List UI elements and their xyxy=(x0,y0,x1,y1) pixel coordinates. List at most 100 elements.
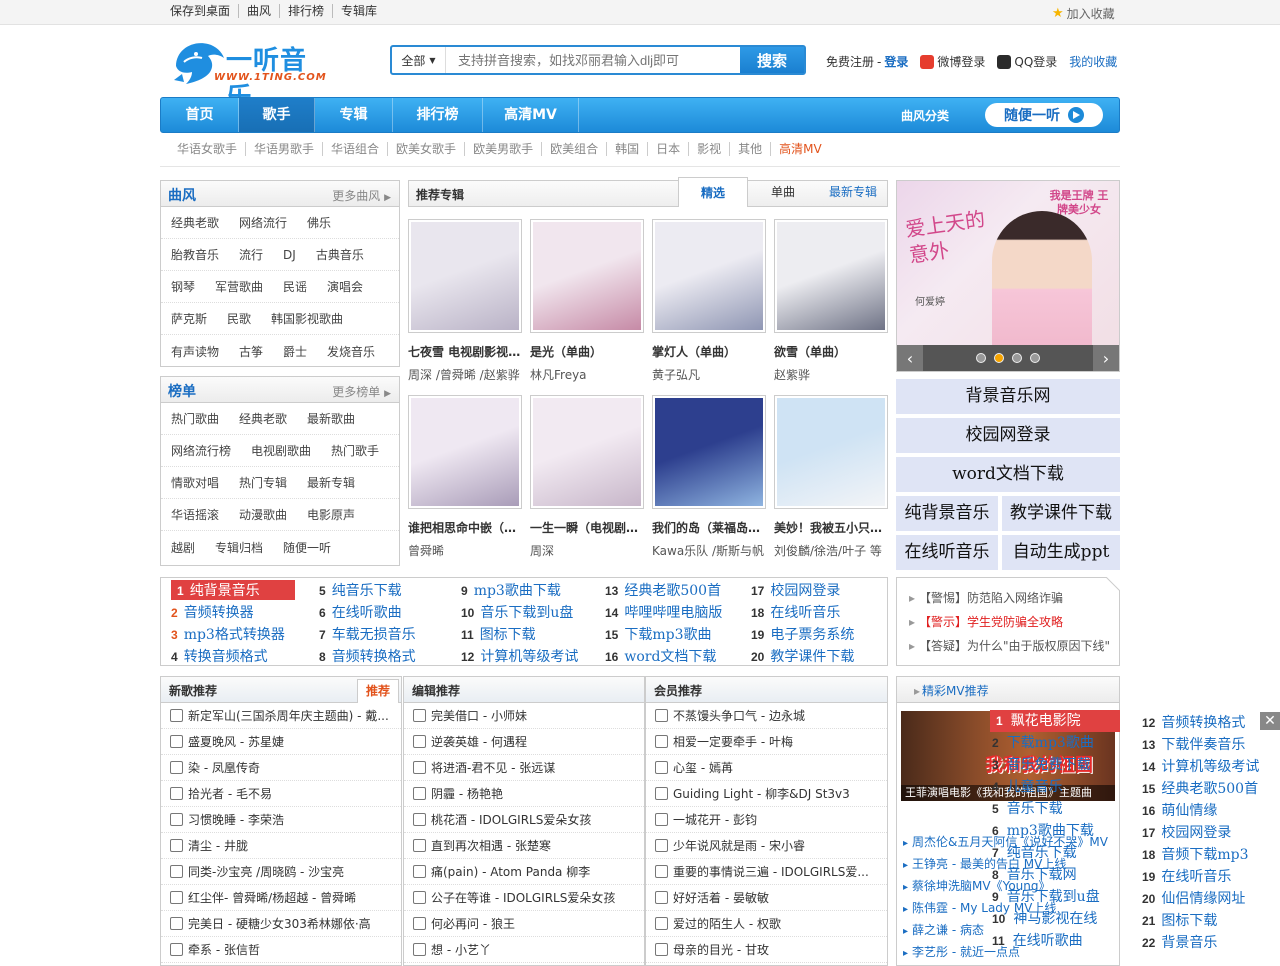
song-title[interactable]: 染 - 凤凰传奇 xyxy=(188,759,260,776)
genre-link[interactable]: 萨克斯 xyxy=(171,310,207,327)
search-scope-select[interactable]: 全部 ▼ xyxy=(392,47,446,73)
song-checkbox[interactable] xyxy=(413,761,426,774)
song-row[interactable]: 桃花酒 - IDOLGIRLS爱朵女孩 xyxy=(404,807,644,833)
genre-link[interactable]: 曲风 xyxy=(239,4,281,18)
song-checkbox[interactable] xyxy=(655,943,668,956)
right-link[interactable]: 校园网登录 xyxy=(896,418,1120,453)
album-name[interactable]: 掌灯人（单曲） xyxy=(652,343,766,360)
nav-albums[interactable]: 专辑 xyxy=(315,98,393,132)
song-row[interactable]: 红尘伴- 曾舜晞/杨超越 - 曾舜晞 xyxy=(161,885,401,911)
genre-link[interactable]: 演唱会 xyxy=(327,278,363,295)
song-title[interactable]: 一城花开 - 彭钧 xyxy=(673,811,757,828)
subnav-item[interactable]: 欧美男歌手 xyxy=(465,142,543,156)
right-link[interactable]: 背景音乐网 xyxy=(896,379,1120,414)
chart-link[interactable]: 越剧 xyxy=(171,539,195,556)
search-button[interactable]: 搜索 xyxy=(740,47,804,73)
song-row[interactable]: 拾光者 - 毛不易 xyxy=(161,781,401,807)
ranking-item[interactable]: 5 纯音乐下载 xyxy=(319,580,402,600)
album-name[interactable]: 我们的岛（莱福岛电影主题曲） xyxy=(652,519,766,536)
album-artist[interactable]: Kawa乐队 /斯斯与帆 xyxy=(652,542,766,559)
tab-recommend[interactable]: 推荐 xyxy=(357,679,399,703)
float-list-item[interactable]: 22 背景音乐 xyxy=(1142,932,1217,952)
song-checkbox[interactable] xyxy=(413,917,426,930)
ranking-item[interactable]: 2 音频转换器 xyxy=(171,602,254,622)
float-list-item[interactable]: 20 仙侣情缘网址 xyxy=(1142,888,1245,908)
song-title[interactable]: 母亲的目光 - 甘玫 xyxy=(673,941,769,958)
float-list-item[interactable]: 11 在线听歌曲 xyxy=(992,930,1083,950)
ranking-item[interactable]: 11 图标下载 xyxy=(461,624,536,644)
song-row[interactable]: 完美借口 - 小师妹 xyxy=(404,703,644,729)
album-artist[interactable]: 周深 xyxy=(530,542,644,559)
song-title[interactable]: 直到再次相遇 - 张楚寒 xyxy=(431,837,551,854)
banner-dot[interactable] xyxy=(1012,353,1022,363)
genre-link[interactable]: 钢琴 xyxy=(171,278,195,295)
album-artist[interactable]: 黄子弘凡 xyxy=(652,366,766,383)
album-artist[interactable]: 林凡Freya xyxy=(530,366,644,383)
subnav-item[interactable]: 欧美组合 xyxy=(542,142,608,156)
float-list-item[interactable]: 12 音频转换格式 xyxy=(1142,712,1245,732)
song-row[interactable]: 爱过的陌生人 - 权歌 xyxy=(646,911,887,937)
ranking-item[interactable]: 13 经典老歌500首 xyxy=(605,580,721,600)
register-link[interactable]: 免费注册 xyxy=(826,53,874,70)
song-checkbox[interactable] xyxy=(655,891,668,904)
song-checkbox[interactable] xyxy=(170,735,183,748)
song-title[interactable]: 爱过的陌生人 - 权歌 xyxy=(673,915,781,932)
subnav-item[interactable]: 韩国 xyxy=(607,142,649,156)
song-title[interactable]: 少年说风就是雨 - 宋小睿 xyxy=(673,837,805,854)
song-title[interactable]: 完美借口 - 小师妹 xyxy=(431,707,527,724)
album-library-link[interactable]: 专辑库 xyxy=(333,4,385,18)
chart-link[interactable]: 网络流行榜 xyxy=(171,442,231,459)
song-checkbox[interactable] xyxy=(413,735,426,748)
song-title[interactable]: 完美日 - 硬糖少女303希林娜依·高 xyxy=(188,915,371,932)
song-checkbox[interactable] xyxy=(413,787,426,800)
float-list-item[interactable]: 13 下载伴奏音乐 xyxy=(1142,734,1245,754)
album-cover[interactable] xyxy=(530,395,644,509)
song-checkbox[interactable] xyxy=(655,917,668,930)
song-row[interactable]: 同类-沙宝亮 /周晓鸥 - 沙宝亮 xyxy=(161,859,401,885)
song-checkbox[interactable] xyxy=(170,917,183,930)
subnav-item[interactable]: 影视 xyxy=(689,142,731,156)
login-link[interactable]: 登录 xyxy=(884,53,908,70)
album-card[interactable]: 欲雪（单曲） 赵紫骅 xyxy=(774,219,888,383)
genre-link[interactable]: 民谣 xyxy=(283,278,307,295)
song-checkbox[interactable] xyxy=(170,891,183,904)
tab-singles[interactable]: 单曲 xyxy=(748,177,818,207)
ranking-link[interactable]: 排行榜 xyxy=(280,4,334,18)
song-title[interactable]: 想 - 小艺丫 xyxy=(431,941,491,958)
nav-ranking[interactable]: 排行榜 xyxy=(393,98,483,132)
song-checkbox[interactable] xyxy=(413,943,426,956)
ranking-item[interactable]: 3 mp3格式转换器 xyxy=(171,624,285,644)
genre-link[interactable]: 网络流行 xyxy=(239,214,287,231)
song-row[interactable]: 母亲的目光 - 甘玫 xyxy=(646,937,887,963)
song-checkbox[interactable] xyxy=(170,813,183,826)
song-checkbox[interactable] xyxy=(170,839,183,852)
float-list-item[interactable]: 15 经典老歌500首 xyxy=(1142,778,1258,798)
album-cover[interactable] xyxy=(652,395,766,509)
weibo-login-link[interactable]: 微博登录 xyxy=(937,53,985,70)
genre-link[interactable]: 爵士 xyxy=(283,343,307,360)
song-row[interactable]: 好好活着 - 晏敏敏 xyxy=(646,885,887,911)
album-cover[interactable] xyxy=(774,219,888,333)
song-checkbox[interactable] xyxy=(655,813,668,826)
chart-link[interactable]: 热门歌曲 xyxy=(171,410,219,427)
ranking-item[interactable]: 14 哔哩哔哩电脑版 xyxy=(605,602,722,622)
song-checkbox[interactable] xyxy=(655,787,668,800)
song-title[interactable]: Guiding Light - 柳李&DJ St3v3 xyxy=(673,785,850,802)
genre-link[interactable]: 民歌 xyxy=(227,310,251,327)
genre-link[interactable]: DJ xyxy=(283,248,296,262)
album-name[interactable]: 欲雪（单曲） xyxy=(774,343,888,360)
album-cover[interactable] xyxy=(408,395,522,509)
song-title[interactable]: 同类-沙宝亮 /周晓鸥 - 沙宝亮 xyxy=(188,863,344,880)
song-title[interactable]: 心玺 - 嫣苒 xyxy=(673,759,733,776)
song-checkbox[interactable] xyxy=(413,839,426,852)
add-favorite-link[interactable]: ★ 加入收藏 xyxy=(1052,5,1115,22)
subnav-item[interactable]: 日本 xyxy=(648,142,690,156)
song-checkbox[interactable] xyxy=(413,813,426,826)
song-checkbox[interactable] xyxy=(655,839,668,852)
close-icon[interactable]: ✕ xyxy=(1260,712,1280,730)
more-genres-link[interactable]: 更多曲风 ▶ xyxy=(332,187,391,204)
subnav-item[interactable]: 欧美女歌手 xyxy=(388,142,466,156)
ranking-item[interactable]: 10 音乐下载到u盘 xyxy=(461,602,573,622)
album-cover[interactable] xyxy=(530,219,644,333)
album-name[interactable]: 是光（单曲） xyxy=(530,343,644,360)
